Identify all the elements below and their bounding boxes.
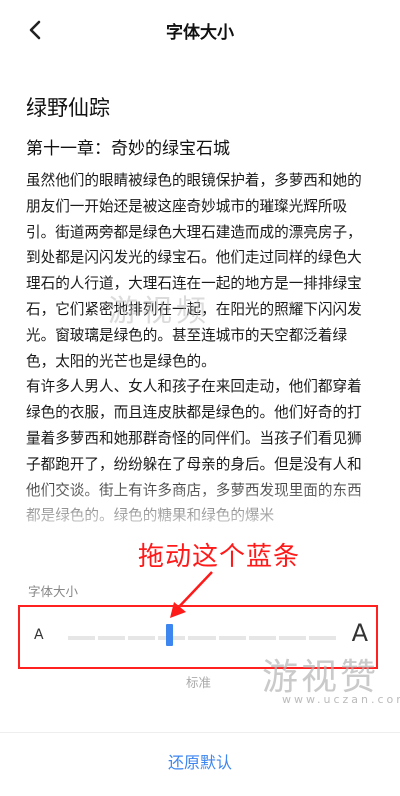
content-fade [0,470,400,540]
footer-divider [0,732,400,733]
page-title: 字体大小 [166,23,234,43]
current-size-label: 标准 [186,675,212,690]
slider-segment [248,636,276,640]
font-size-label: 字体大小 [28,584,79,599]
font-size-slider-track[interactable] [68,636,336,640]
watermark-url: www.uczan.com [282,693,400,706]
slider-segment [68,636,96,640]
watermark-text: 游视频 [108,294,210,329]
slider-segment [98,636,126,640]
slider-segment [218,636,246,640]
restore-default-button[interactable]: 还原默认 [0,734,400,796]
small-font-icon: A [34,627,44,643]
slider-segment [278,636,306,640]
book-title: 绿野仙踪 [26,96,110,120]
large-font-icon: A [351,619,368,647]
font-size-slider-thumb[interactable] [166,624,173,646]
slider-segment [128,636,156,640]
slider-segment [308,636,336,640]
slider-segment [188,636,216,640]
chapter-title: 第十一章：奇妙的绿宝石城 [26,139,230,159]
paragraph: 虽然他们的眼睛被绿色的眼镜保护着，多萝西和她的朋友们一开始还是被这座奇妙城市的璀… [26,172,362,370]
top-bar: 字体大小 [0,0,400,60]
